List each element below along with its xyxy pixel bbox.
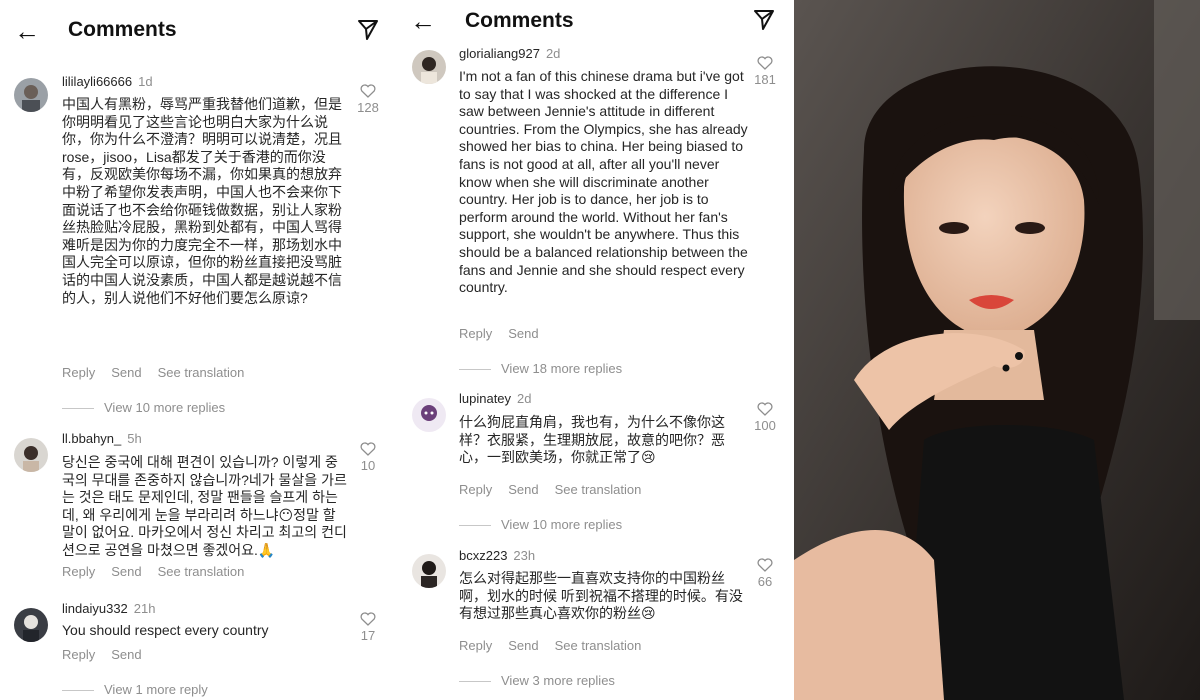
comments-header: ← Comments: [402, 0, 792, 50]
paper-plane-icon[interactable]: [356, 18, 380, 42]
view-more-label[interactable]: View 18 more replies: [501, 361, 622, 376]
like-count: 128: [357, 100, 379, 115]
like-count: 10: [360, 458, 376, 473]
divider-line: [459, 525, 491, 527]
comment-meta: bcxz223 23h: [459, 548, 535, 563]
comment-meta: ll.bbahyn_ 5h: [62, 431, 142, 446]
avatar[interactable]: [412, 50, 446, 84]
paper-plane-icon[interactable]: [752, 8, 776, 32]
like-count: 17: [360, 628, 376, 643]
see-translation-button[interactable]: See translation: [158, 365, 245, 380]
divider-line: [459, 681, 491, 683]
comment-meta: glorialiang927 2d: [459, 46, 560, 61]
comment-meta: lililayli66666 1d: [62, 74, 153, 89]
avatar[interactable]: [14, 608, 48, 642]
comment-text: You should respect every country: [62, 622, 269, 638]
comment-actions: Reply Send See translation: [459, 638, 657, 653]
comment-text: 中国人有黑粉，辱骂严重我替他们道歉，但是你明明看见了这些言论也明白大家为什么说你…: [62, 96, 342, 306]
comment-text: 什么狗屁直角肩，我也有，为什么不像你这样？衣服紧，生理期放屁，故意的吧你？恶心，…: [459, 414, 725, 466]
comment-age: 21h: [133, 601, 156, 616]
send-button[interactable]: Send: [508, 638, 538, 653]
send-button[interactable]: Send: [111, 365, 141, 380]
like-count: 181: [754, 72, 776, 87]
comment-username[interactable]: glorialiang927: [459, 46, 540, 61]
like-button[interactable]: 100: [752, 402, 778, 433]
like-button[interactable]: 10: [355, 442, 381, 473]
comment-age: 1d: [138, 74, 153, 89]
see-translation-button[interactable]: See translation: [555, 638, 642, 653]
heart-outline-icon[interactable]: [757, 56, 773, 70]
page-title: Comments: [68, 18, 177, 41]
back-arrow-icon[interactable]: ←: [410, 8, 436, 34]
see-translation-button[interactable]: See translation: [158, 564, 245, 579]
comment-age: 23h: [513, 548, 536, 563]
view-more-label[interactable]: View 1 more reply: [104, 682, 208, 697]
like-button[interactable]: 17: [355, 612, 381, 643]
see-translation-button[interactable]: See translation: [555, 482, 642, 497]
send-button[interactable]: Send: [508, 482, 538, 497]
portrait-photo: [794, 0, 1200, 700]
reply-button[interactable]: Reply: [459, 326, 492, 341]
comment-text: 怎么对得起那些一直喜欢支持你的中国粉丝啊，划水的时候 听到祝福不搭理的时候。有没…: [459, 570, 743, 622]
avatar[interactable]: [412, 398, 446, 432]
comment-actions: Reply Send See translation: [459, 482, 657, 497]
reply-button[interactable]: Reply: [62, 564, 95, 579]
view-more-label[interactable]: View 10 more replies: [104, 400, 225, 415]
comments-header: ← Comments: [0, 8, 392, 58]
comment-actions: Reply Send: [459, 326, 555, 341]
view-more-label[interactable]: View 3 more replies: [501, 673, 615, 688]
avatar[interactable]: [14, 438, 48, 472]
reply-button[interactable]: Reply: [459, 482, 492, 497]
like-count: 66: [757, 574, 773, 589]
heart-outline-icon[interactable]: [360, 442, 376, 456]
reply-button[interactable]: Reply: [459, 638, 492, 653]
send-button[interactable]: Send: [508, 326, 538, 341]
comment-actions: Reply Send: [62, 647, 158, 662]
avatar[interactable]: [14, 78, 48, 112]
view-more-label[interactable]: View 10 more replies: [501, 517, 622, 532]
back-arrow-icon[interactable]: ←: [14, 18, 40, 44]
comments-panel-middle: ← Comments glorialiang927 2d I'm not a fa…: [402, 0, 792, 700]
like-count: 100: [754, 418, 776, 433]
avatar[interactable]: [412, 554, 446, 588]
comment-meta: lupinatey 2d: [459, 391, 532, 406]
comment-age: 2d: [517, 391, 532, 406]
like-button[interactable]: 66: [752, 558, 778, 589]
like-button[interactable]: 181: [752, 56, 778, 87]
divider-line: [459, 369, 491, 371]
comments-panel-left: ← Comments lililayli66666 1d 中国人有黑粉，辱骂严重我…: [0, 0, 392, 700]
comment-text: I'm not a fan of this chinese drama but …: [459, 68, 748, 296]
comment-username[interactable]: bcxz223: [459, 548, 507, 563]
heart-outline-icon[interactable]: [360, 612, 376, 626]
comment-username[interactable]: ll.bbahyn_: [62, 431, 121, 446]
comment-username[interactable]: lililayli66666: [62, 74, 132, 89]
reply-button[interactable]: Reply: [62, 647, 95, 662]
heart-outline-icon[interactable]: [757, 402, 773, 416]
reply-button[interactable]: Reply: [62, 365, 95, 380]
comment-age: 2d: [545, 46, 561, 61]
divider-line: [62, 408, 94, 410]
divider-line: [62, 690, 94, 692]
send-button[interactable]: Send: [111, 647, 141, 662]
page-title: Comments: [465, 9, 574, 32]
like-button[interactable]: 128: [355, 84, 381, 115]
comment-actions: Reply Send See translation: [62, 564, 260, 579]
comment-age: 5h: [127, 431, 142, 446]
comment-text: 당신은 중국에 대해 편견이 있습니까? 이렇게 중국의 무대를 존중하지 않습…: [62, 454, 347, 558]
view-more-replies[interactable]: View 1 more reply: [62, 682, 208, 697]
comment-username[interactable]: lupinatey: [459, 391, 511, 406]
view-more-replies[interactable]: View 18 more replies: [459, 361, 622, 376]
comment-meta: lindaiyu332 21h: [62, 601, 155, 616]
comment-username[interactable]: lindaiyu332: [62, 601, 128, 616]
view-more-replies[interactable]: View 10 more replies: [459, 517, 622, 532]
heart-outline-icon[interactable]: [757, 558, 773, 572]
view-more-replies[interactable]: View 10 more replies: [62, 400, 225, 415]
send-button[interactable]: Send: [111, 564, 141, 579]
comment-actions: Reply Send See translation: [62, 365, 260, 380]
view-more-replies[interactable]: View 3 more replies: [459, 673, 615, 688]
heart-outline-icon[interactable]: [360, 84, 376, 98]
portrait-illustration: [794, 0, 1200, 700]
